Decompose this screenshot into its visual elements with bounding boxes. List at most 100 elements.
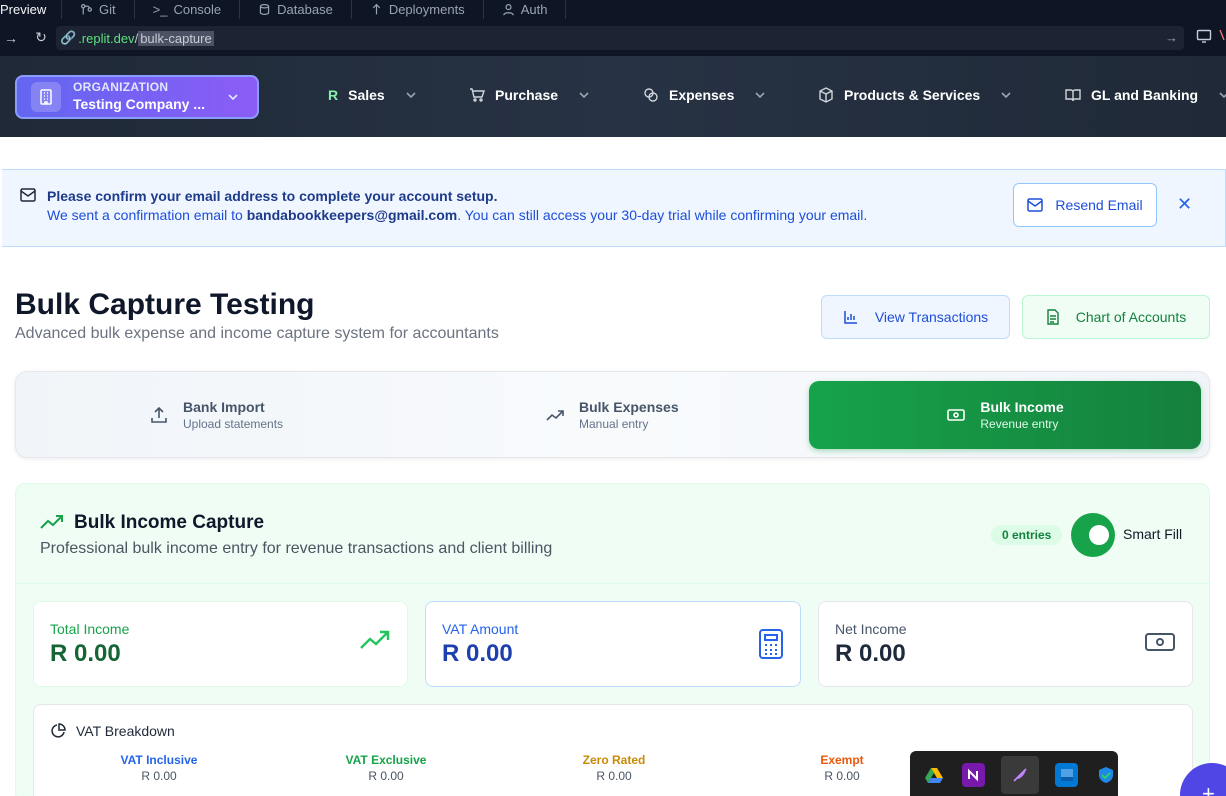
view-transactions-label: View Transactions <box>874 309 989 325</box>
chart-of-accounts-button[interactable]: Chart of Accounts <box>1022 295 1210 339</box>
plus-icon: + <box>1202 781 1215 796</box>
defender-icon[interactable] <box>1094 763 1118 787</box>
pen-icon[interactable] <box>1218 28 1226 44</box>
tab-bulk-expenses-sub: Manual entry <box>579 417 649 431</box>
vat-exclusive-label: VAT Exclusive <box>345 753 427 767</box>
exempt-column: Exempt R 0.00 <box>762 753 922 783</box>
vat-exclusive-column: VAT Exclusive R 0.00 <box>306 753 466 783</box>
url-host: .replit.dev <box>78 30 135 46</box>
building-icon <box>31 82 61 112</box>
organization-selector[interactable]: ORGANIZATION Testing Company ... <box>15 75 259 119</box>
view-transactions-button[interactable]: View Transactions <box>821 295 1010 339</box>
tab-auth-label: Auth <box>520 2 548 17</box>
console-icon: >_ <box>152 2 168 17</box>
bar-chart-icon <box>844 311 857 324</box>
banner-title: Please confirm your email address to com… <box>47 188 498 204</box>
capture-title: Bulk Income Capture <box>40 512 264 534</box>
chevron-down-icon <box>227 90 239 108</box>
chevron-down-icon <box>405 89 417 101</box>
tab-database[interactable]: Database <box>240 0 352 19</box>
zero-rated-label: Zero Rated <box>582 753 646 767</box>
tab-git-label: Git <box>99 2 116 17</box>
chevron-down-icon <box>754 89 766 101</box>
upload-icon <box>149 405 169 425</box>
tab-bulk-income[interactable]: Bulk Income Revenue entry <box>809 381 1201 449</box>
pie-chart-icon <box>51 723 66 738</box>
deployments-icon <box>372 3 380 15</box>
chevron-down-icon <box>1000 89 1012 101</box>
monitor-icon[interactable] <box>1196 28 1212 44</box>
nav-sales-label: Sales <box>348 87 385 103</box>
vat-exclusive-value: R 0.00 <box>368 769 404 783</box>
banknote-icon <box>1144 630 1176 654</box>
nav-gl-banking[interactable]: GL and Banking <box>1065 87 1226 103</box>
capture-title-text: Bulk Income Capture <box>74 512 265 533</box>
tab-auth[interactable]: Auth <box>484 0 567 19</box>
entries-badge: 0 entries <box>991 525 1063 545</box>
file-text-icon <box>1047 309 1059 325</box>
nav-products-services[interactable]: Products & Services <box>818 87 1012 103</box>
banner-email: bandabookkeepers@gmail.com <box>246 207 458 223</box>
onenote-icon[interactable] <box>961 763 986 787</box>
tab-git[interactable]: Git <box>62 0 135 19</box>
user-icon <box>502 4 514 16</box>
nav-purchase[interactable]: Purchase <box>469 87 590 103</box>
vat-inclusive-label: VAT Inclusive <box>120 753 198 767</box>
net-income-value: R 0.00 <box>835 640 906 667</box>
net-income-card: Net Income R 0.00 <box>818 601 1193 687</box>
url-bar-actions <box>1196 28 1226 44</box>
tab-bulk-expenses[interactable]: Bulk Expenses Manual entry <box>545 381 679 449</box>
tab-console-label: Console <box>173 2 222 17</box>
package-icon <box>818 87 834 103</box>
exempt-label: Exempt <box>820 753 864 767</box>
tab-console[interactable]: >_ Console <box>135 0 241 19</box>
email-confirmation-banner: Please confirm your email address to com… <box>2 169 1226 247</box>
zero-rated-value: R 0.00 <box>596 769 632 783</box>
calculator-icon <box>758 628 784 660</box>
drive-icon[interactable] <box>922 763 946 787</box>
trending-icon <box>545 405 565 425</box>
resend-email-label: Resend Email <box>1055 197 1143 213</box>
book-open-icon <box>1065 87 1081 103</box>
chart-of-accounts-label: Chart of Accounts <box>1075 309 1187 325</box>
url-bar: → ↻ 🔗 .replit.dev / bulk-capture → <box>0 19 1226 56</box>
replit-tab-bar: Preview Git >_ Console Database Deployme… <box>0 0 1226 19</box>
tab-preview[interactable]: Preview <box>0 0 62 19</box>
capture-header: Bulk Income Capture Professional bulk in… <box>16 484 1209 584</box>
tab-database-label: Database <box>277 2 333 17</box>
banner-msg-prefix: We sent a confirmation email to <box>47 207 247 223</box>
nav-expenses-label: Expenses <box>669 87 735 103</box>
close-icon[interactable]: ✕ <box>1177 194 1192 215</box>
vat-amount-card: VAT Amount R 0.00 <box>425 601 801 687</box>
tab-bank-import[interactable]: Bank Import Upload statements <box>149 381 283 449</box>
link-icon: 🔗 <box>60 30 77 45</box>
tab-bank-import-label: Bank Import <box>183 399 265 415</box>
zero-rated-column: Zero Rated R 0.00 <box>534 753 694 783</box>
chevron-down-icon <box>578 89 590 101</box>
smart-fill-toggle[interactable] <box>1071 513 1115 557</box>
resend-email-button[interactable]: Resend Email <box>1013 183 1157 227</box>
vat-amount-value: R 0.00 <box>442 640 513 667</box>
mail-icon <box>20 188 36 207</box>
tab-bulk-expenses-label: Bulk Expenses <box>579 399 679 415</box>
chevron-down-icon <box>1218 89 1226 101</box>
refresh-icon[interactable]: ↻ <box>30 29 52 46</box>
blue-app-icon[interactable] <box>1054 763 1079 787</box>
go-arrow-icon[interactable]: → <box>1165 30 1178 45</box>
nav-gl-label: GL and Banking <box>1091 87 1199 103</box>
database-icon <box>259 4 270 15</box>
nav-expenses[interactable]: Expenses <box>643 87 766 103</box>
nav-sales[interactable]: R Sales <box>328 87 417 103</box>
net-income-label: Net Income <box>835 621 907 637</box>
feather-app-icon[interactable] <box>1001 756 1039 794</box>
capture-mode-tabs: Bank Import Upload statements Bulk Expens… <box>15 371 1210 458</box>
cart-icon <box>469 87 485 103</box>
banner-message: We sent a confirmation email to bandaboo… <box>47 207 867 223</box>
tab-deployments[interactable]: Deployments <box>352 0 484 19</box>
url-path: bulk-capture <box>138 30 214 46</box>
nav-products-label: Products & Services <box>844 87 981 103</box>
banner-msg-suffix: . You can still access your 30-day trial… <box>457 207 868 223</box>
url-input[interactable]: 🔗 .replit.dev / bulk-capture → <box>56 26 1184 50</box>
forward-arrow-icon[interactable]: → <box>0 30 22 46</box>
vat-amount-label: VAT Amount <box>442 621 519 637</box>
